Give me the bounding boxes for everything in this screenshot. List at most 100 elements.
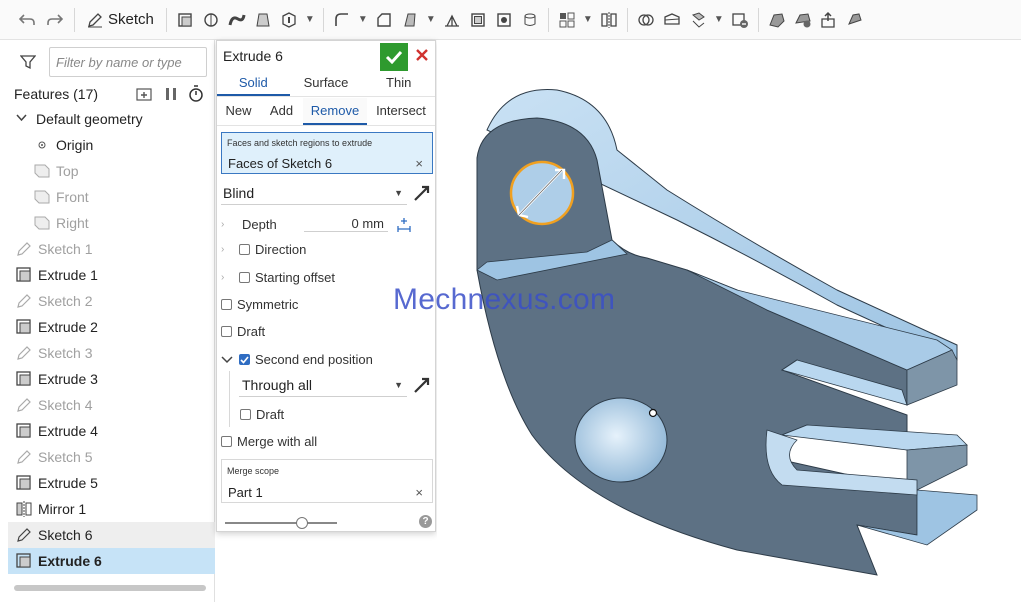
undo-icon[interactable] bbox=[14, 6, 40, 34]
tree-item-plane-right[interactable]: Right bbox=[8, 210, 215, 236]
preview-slider-thumb[interactable] bbox=[296, 517, 308, 529]
chevron-down-icon[interactable]: ▼ bbox=[303, 14, 317, 25]
mirror-icon[interactable] bbox=[597, 8, 621, 32]
merge-scope-field[interactable]: Merge scope Part 1 × bbox=[221, 459, 433, 503]
pause-icon[interactable] bbox=[164, 86, 178, 102]
tab-solid[interactable]: Solid bbox=[217, 71, 290, 96]
tab-new[interactable]: New bbox=[217, 98, 260, 125]
tab-surface[interactable]: Surface bbox=[290, 71, 363, 96]
filter-icon[interactable] bbox=[20, 54, 36, 70]
close-icon bbox=[416, 49, 428, 61]
tree-item-extrude[interactable]: Extrude 4 bbox=[8, 418, 215, 444]
chevron-down-icon[interactable]: ▼ bbox=[356, 14, 370, 25]
replace-face-icon[interactable] bbox=[817, 8, 841, 32]
revolve-cut-icon[interactable] bbox=[518, 8, 542, 32]
tree-item-plane-top[interactable]: Top bbox=[8, 158, 215, 184]
hole-icon[interactable] bbox=[492, 8, 516, 32]
second-end-checkbox[interactable] bbox=[239, 354, 250, 365]
thicken-icon[interactable] bbox=[277, 8, 301, 32]
tree-item-extrude-selected[interactable]: Extrude 6 bbox=[8, 548, 215, 574]
depth-row: › Depth 0 mm bbox=[221, 216, 431, 232]
help-icon[interactable]: ? bbox=[419, 515, 432, 528]
move-face-icon[interactable] bbox=[791, 8, 815, 32]
tab-thin[interactable]: Thin bbox=[362, 71, 435, 96]
chevron-down-icon[interactable]: ▼ bbox=[581, 14, 595, 25]
horizontal-scrollbar[interactable] bbox=[14, 585, 206, 591]
revolve-icon[interactable] bbox=[199, 8, 223, 32]
draft-icon[interactable] bbox=[398, 8, 422, 32]
draft-checkbox[interactable] bbox=[221, 326, 232, 337]
modify-fillet-icon[interactable] bbox=[765, 8, 789, 32]
toolbar-more-icon[interactable] bbox=[843, 8, 867, 32]
tree-item-sketch[interactable]: Sketch 2 bbox=[8, 288, 215, 314]
tree-item-extrude[interactable]: Extrude 2 bbox=[8, 314, 215, 340]
merge-all-row[interactable]: Merge with all bbox=[221, 434, 317, 449]
preview-slider-track[interactable] bbox=[225, 522, 337, 524]
extrude-icon[interactable] bbox=[173, 8, 197, 32]
accept-button[interactable] bbox=[380, 43, 408, 71]
tree-item-sketch[interactable]: Sketch 5 bbox=[8, 444, 215, 470]
clear-scope-icon[interactable]: × bbox=[415, 485, 423, 500]
linear-pattern-icon[interactable] bbox=[555, 8, 579, 32]
tree-item-sketch[interactable]: Sketch 3 bbox=[8, 340, 215, 366]
starting-offset-row[interactable]: › Starting offset bbox=[221, 270, 335, 285]
tree-item-extrude[interactable]: Extrude 1 bbox=[8, 262, 215, 288]
add-folder-icon[interactable] bbox=[136, 86, 154, 102]
tree-item-sketch[interactable]: Sketch 4 bbox=[8, 392, 215, 418]
chevron-down-icon[interactable] bbox=[221, 355, 233, 364]
rib-icon[interactable] bbox=[440, 8, 464, 32]
direction-checkbox[interactable] bbox=[239, 244, 250, 255]
delete-part-icon[interactable] bbox=[728, 8, 752, 32]
chamfer-icon[interactable] bbox=[372, 8, 396, 32]
graphics-viewport[interactable]: Mechnexus.com bbox=[393, 40, 1021, 602]
chevron-down-icon[interactable]: ▼ bbox=[712, 14, 726, 25]
tab-add[interactable]: Add bbox=[260, 98, 303, 125]
tree-item-sketch[interactable]: Sketch 1 bbox=[8, 236, 215, 262]
tree-item-extrude[interactable]: Extrude 5 bbox=[8, 470, 215, 496]
direction-row[interactable]: › Direction bbox=[221, 242, 306, 257]
shell-icon[interactable] bbox=[466, 8, 490, 32]
feature-label: Extrude 5 bbox=[38, 475, 98, 491]
tab-intersect[interactable]: Intersect bbox=[367, 98, 435, 125]
tab-remove[interactable]: Remove bbox=[303, 98, 367, 125]
starting-offset-checkbox[interactable] bbox=[239, 272, 250, 283]
tree-item-origin[interactable]: Origin bbox=[8, 132, 215, 158]
default-geometry-group[interactable]: Default geometry bbox=[8, 106, 215, 132]
tree-item-sketch[interactable]: Sketch 6 bbox=[8, 522, 215, 548]
draft-row[interactable]: Draft bbox=[221, 324, 265, 339]
tree-item-extrude[interactable]: Extrude 3 bbox=[8, 366, 215, 392]
clear-selection-icon[interactable]: × bbox=[415, 156, 423, 171]
boolean-icon[interactable] bbox=[634, 8, 658, 32]
chevron-down-icon[interactable]: ▼ bbox=[424, 14, 438, 25]
flip-direction-icon[interactable] bbox=[413, 184, 431, 202]
second-end-type-select[interactable]: Through all ▼ bbox=[239, 373, 407, 397]
loft-icon[interactable] bbox=[251, 8, 275, 32]
transform-icon[interactable] bbox=[686, 8, 710, 32]
sweep-icon[interactable] bbox=[225, 8, 249, 32]
merge-all-checkbox[interactable] bbox=[221, 436, 232, 447]
fillet-icon[interactable] bbox=[330, 8, 354, 32]
symmetric-checkbox[interactable] bbox=[221, 299, 232, 310]
checkmark-icon bbox=[240, 355, 249, 364]
draft2-row[interactable]: Draft bbox=[240, 407, 284, 422]
symmetric-row[interactable]: Symmetric bbox=[221, 297, 298, 312]
faces-label: Faces and sketch regions to extrude bbox=[227, 138, 373, 148]
flip-direction-icon[interactable] bbox=[413, 376, 431, 394]
stopwatch-icon[interactable] bbox=[188, 85, 204, 102]
faces-selection-field[interactable]: Faces and sketch regions to extrude Face… bbox=[221, 132, 433, 174]
sketch-button[interactable]: Sketch bbox=[81, 11, 160, 28]
draft2-checkbox[interactable] bbox=[240, 409, 251, 420]
tree-item-plane-front[interactable]: Front bbox=[8, 184, 215, 210]
split-icon[interactable] bbox=[660, 8, 684, 32]
end-type-select[interactable]: Blind ▼ bbox=[221, 181, 407, 205]
redo-icon[interactable] bbox=[42, 6, 68, 34]
measure-icon[interactable] bbox=[396, 216, 412, 232]
part-model[interactable] bbox=[437, 40, 1021, 602]
extrude-icon bbox=[16, 371, 32, 387]
depth-input[interactable]: 0 mm bbox=[304, 216, 388, 232]
cancel-button[interactable] bbox=[414, 48, 430, 64]
chevron-down-icon[interactable] bbox=[16, 113, 30, 125]
second-end-row[interactable]: Second end position bbox=[221, 352, 373, 367]
tree-item-mirror[interactable]: Mirror 1 bbox=[8, 496, 215, 522]
filter-input[interactable] bbox=[49, 47, 207, 77]
